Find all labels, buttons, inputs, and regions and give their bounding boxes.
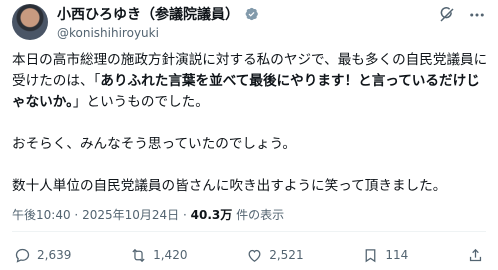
bookmark-button[interactable]: 114 bbox=[362, 247, 408, 264]
like-count: 2,521 bbox=[269, 248, 304, 262]
repost-count: 1,420 bbox=[153, 248, 188, 262]
reply-button[interactable]: 2,639 bbox=[14, 247, 71, 264]
avatar[interactable] bbox=[12, 4, 48, 40]
heart-icon bbox=[248, 249, 261, 262]
display-name[interactable]: 小西ひろゆき（参議院議員） bbox=[57, 4, 239, 24]
post-date[interactable]: 2025年10月24日 bbox=[82, 208, 179, 222]
post-paragraph-1: 本日の高市総理の施政方針演説に対する私のヤジで、最も多くの自民党議員に受けたのは… bbox=[12, 52, 488, 110]
share-icon bbox=[469, 248, 482, 261]
reply-icon bbox=[15, 248, 30, 263]
repost-button[interactable]: 1,420 bbox=[130, 247, 187, 264]
share-button[interactable] bbox=[467, 247, 484, 264]
top-actions bbox=[438, 6, 486, 24]
post-header: 小西ひろゆき（参議院議員） @konishihiroyuki bbox=[57, 5, 259, 40]
views-count: 40.3万 bbox=[190, 208, 233, 222]
verified-badge-icon[interactable] bbox=[243, 6, 259, 22]
bookmark-count: 114 bbox=[385, 248, 409, 262]
handle[interactable]: @konishihiroyuki bbox=[57, 26, 259, 40]
grok-icon[interactable] bbox=[438, 6, 456, 24]
like-button[interactable]: 2,521 bbox=[246, 247, 304, 264]
action-bar: 2,639 1,420 2,521 114 bbox=[14, 244, 484, 266]
post-time[interactable]: 午後10:40 bbox=[12, 208, 71, 222]
views-label: 件の表示 bbox=[232, 208, 285, 222]
repost-icon bbox=[132, 248, 145, 262]
bookmark-icon bbox=[365, 248, 376, 262]
post-body: 本日の高市総理の施政方針演説に対する私のヤジで、最も多くの自民党議員に受けたのは… bbox=[12, 50, 490, 197]
post-meta: 午後10:40 · 2025年10月24日 · 40.3万 件の表示 bbox=[12, 208, 285, 222]
post-paragraph-3: 数十人単位の自民党議員の皆さんに吹き出すように笑って頂きました。 bbox=[12, 178, 447, 194]
more-icon[interactable] bbox=[468, 6, 486, 24]
reply-count: 2,639 bbox=[37, 248, 72, 262]
post-paragraph-2: おそらく、みんなそう思っていたのでしょう。 bbox=[12, 136, 296, 152]
divider bbox=[12, 231, 486, 232]
